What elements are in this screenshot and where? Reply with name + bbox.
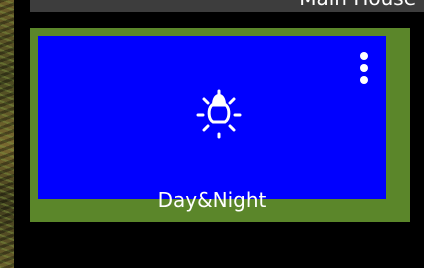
scene-label: Day&Night xyxy=(157,188,267,212)
header-title: Main House xyxy=(299,0,416,8)
scene-card[interactable]: Day&Night xyxy=(30,28,410,222)
more-options-button[interactable] xyxy=(358,52,370,88)
more-vertical-icon xyxy=(360,64,368,72)
background-wallpaper xyxy=(0,0,14,268)
more-vertical-icon xyxy=(360,52,368,60)
more-vertical-icon xyxy=(360,76,368,84)
scene-preview[interactable] xyxy=(38,36,386,199)
lightbulb-icon xyxy=(196,89,242,139)
header-bar: Main House xyxy=(30,0,424,12)
